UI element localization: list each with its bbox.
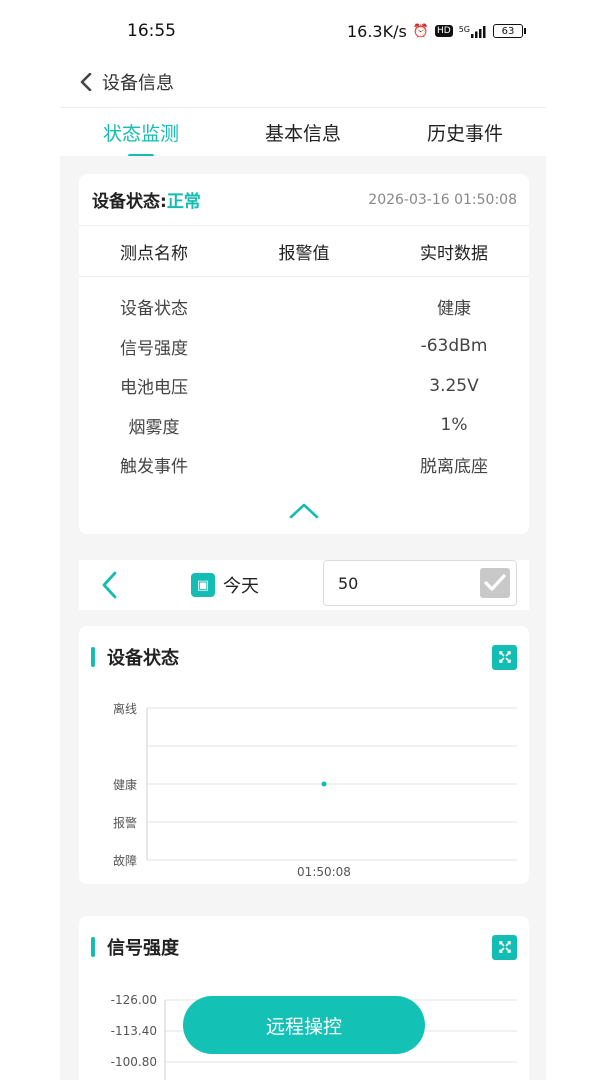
network-type: 5G <box>458 24 470 34</box>
status-icons: 16.3K/s ⏰ HD 5G 63 <box>346 21 526 41</box>
main-content: 设备状态:正常 2026-03-16 01:50:08 测点名称 报警值 实时数… <box>60 156 546 1080</box>
cell-value: 健康 <box>437 299 471 320</box>
calendar-icon: ▣ <box>191 573 215 597</box>
back-button[interactable] <box>72 62 100 102</box>
cell-name: 电池电压 <box>120 378 188 399</box>
table-row: 信号强度 -63dBm <box>79 327 529 367</box>
expand-chart-button[interactable] <box>492 934 517 960</box>
table-header: 测点名称 报警值 实时数据 <box>79 226 529 277</box>
tab-status-monitor[interactable]: 状态监测 <box>99 113 183 152</box>
date-label: 今天 <box>223 576 259 597</box>
confirm-checkbox[interactable] <box>480 568 510 598</box>
tab-history-events[interactable]: 历史事件 <box>423 113 507 152</box>
remote-control-button[interactable]: 远程操控 <box>183 996 425 1054</box>
device-status-title: 设备状态: <box>92 192 167 212</box>
y-tick-label: -100.80 <box>111 1055 157 1069</box>
cell-name: 设备状态 <box>120 299 188 320</box>
expand-chart-button[interactable] <box>492 644 517 670</box>
chevron-left-icon <box>102 571 117 599</box>
tab-bar: 状态监测 基本信息 历史事件 <box>60 108 546 156</box>
col-realtime-data: 实时数据 <box>420 243 488 264</box>
x-tick-label: 01:50:08 <box>297 865 351 879</box>
cell-name: 信号强度 <box>120 338 188 359</box>
y-tick-label: 故障 <box>113 853 137 868</box>
app-header: 设备信息 <box>60 56 546 108</box>
chart-title-text: 设备状态 <box>107 648 179 669</box>
device-status-label: 设备状态:正常 <box>92 187 201 212</box>
battery-icon: 63 <box>493 24 526 38</box>
table-row: 设备状态 健康 <box>79 287 529 327</box>
expand-icon <box>498 941 511 953</box>
col-point-name: 测点名称 <box>120 243 188 264</box>
tab-basic-info[interactable]: 基本信息 <box>261 113 345 152</box>
cell-value: -63dBm <box>420 336 488 357</box>
device-status-card: 设备状态:正常 2026-03-16 01:50:08 测点名称 报警值 实时数… <box>79 174 529 534</box>
device-status-value: 正常 <box>166 192 201 212</box>
status-card-header: 设备状态:正常 2026-03-16 01:50:08 <box>79 174 529 226</box>
accent-bar <box>91 937 95 957</box>
accent-bar <box>91 647 95 667</box>
cell-value: 脱离底座 <box>420 457 488 478</box>
chart-title: 信号强度 <box>91 934 179 960</box>
chart-header: 信号强度 <box>79 916 529 978</box>
chart-title: 设备状态 <box>91 644 179 670</box>
device-status-chart: 故障 报警 健康 离线 01:50:08 <box>113 701 517 879</box>
cell-name: 触发事件 <box>120 457 188 478</box>
cell-name: 烟雾度 <box>128 417 180 438</box>
page-title: 设备信息 <box>102 72 174 94</box>
hd-icon: HD <box>435 25 453 37</box>
table-row: 触发事件 脱离底座 <box>79 445 529 485</box>
date-picker[interactable]: ▣ 今天 <box>191 572 259 598</box>
status-time: 16:55 <box>127 21 176 41</box>
status-timestamp: 2026-03-16 01:50:08 <box>368 191 517 208</box>
chart-title-text: 信号强度 <box>107 938 179 959</box>
y-tick-label: 报警 <box>113 815 137 830</box>
chart-header: 设备状态 <box>79 626 529 688</box>
device-status-chart-card: 设备状态 故障 报警 健康 离线 01:50:08 <box>79 626 529 884</box>
y-tick-label: -113.40 <box>111 1024 157 1038</box>
cell-value: 3.25V <box>429 375 479 396</box>
col-alarm-value: 报警值 <box>278 243 330 264</box>
collapse-button[interactable] <box>284 496 324 526</box>
data-point <box>321 781 327 787</box>
chevron-up-icon <box>289 503 319 519</box>
table-body: 设备状态 健康 信号强度 -63dBm 电池电压 3.25V 烟雾度 1% 触发… <box>79 277 529 485</box>
status-bar: 16:55 16.3K/s ⏰ HD 5G 63 <box>0 0 607 62</box>
y-tick-label: -126.00 <box>111 993 157 1007</box>
expand-icon <box>498 651 511 663</box>
y-tick-label: 健康 <box>113 777 137 792</box>
date-filter-bar: ▣ 今天 <box>79 560 529 610</box>
check-icon <box>484 574 506 591</box>
table-row: 烟雾度 1% <box>79 406 529 446</box>
cell-value: 1% <box>440 415 468 436</box>
table-row: 电池电压 3.25V <box>79 366 529 406</box>
y-tick-label: 离线 <box>113 701 137 716</box>
chevron-left-icon <box>80 72 92 91</box>
prev-date-button[interactable] <box>79 560 139 610</box>
battery-level: 63 <box>501 25 515 37</box>
signal-icon: 5G <box>459 25 487 38</box>
alarm-clock-icon: ⏰ <box>412 23 429 39</box>
net-speed: 16.3K/s <box>346 21 407 41</box>
